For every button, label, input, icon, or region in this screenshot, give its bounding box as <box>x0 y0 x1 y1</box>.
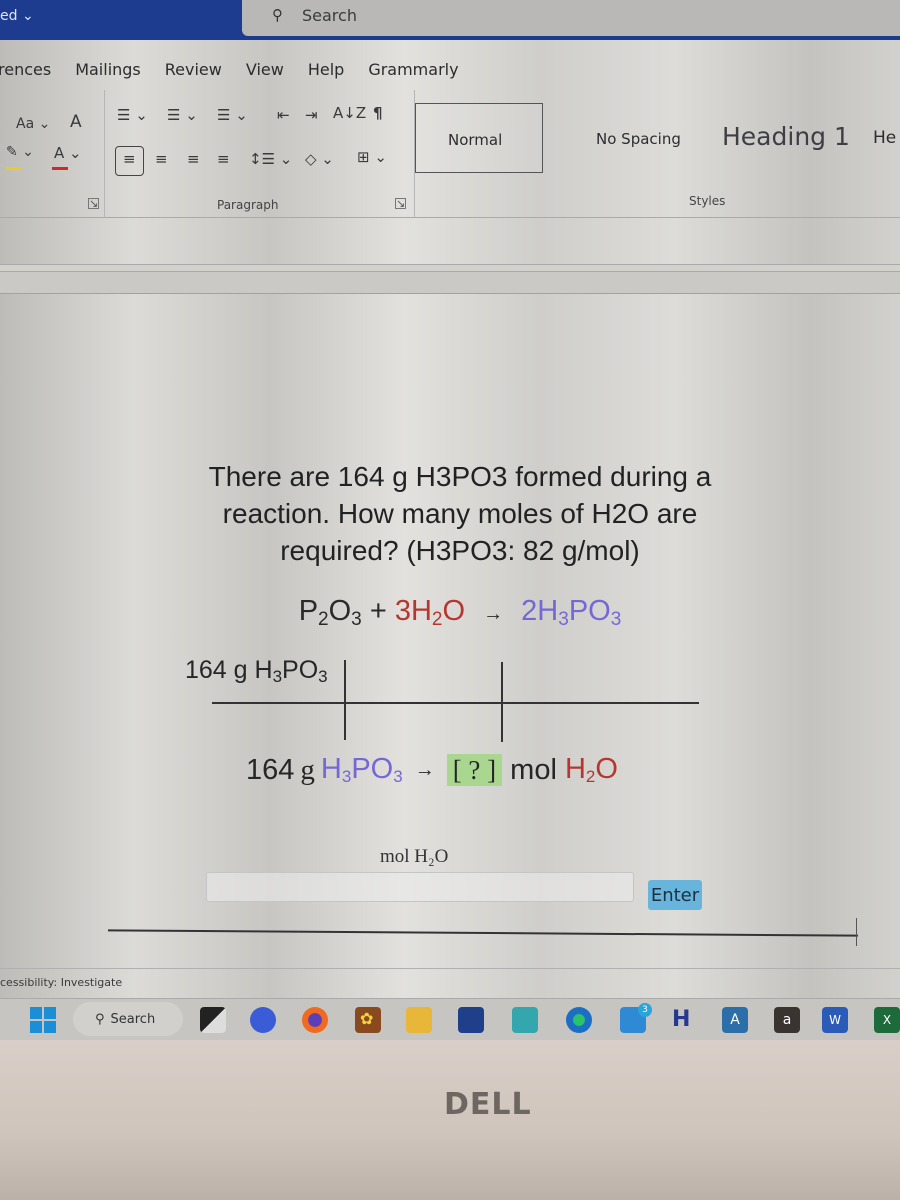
style-normal[interactable]: Normal <box>415 103 543 173</box>
microsoft-store-icon[interactable] <box>458 1007 484 1033</box>
title-bar: ed ⌄ ⚲ Search <box>0 0 900 40</box>
enter-button[interactable]: Enter <box>648 880 702 910</box>
water-reactant: 3H2O <box>394 595 466 630</box>
ruler <box>0 272 900 294</box>
factor-grid-divider-2 <box>501 662 503 742</box>
accessibility-status[interactable]: cessibility: Investigate <box>0 976 122 989</box>
question-line-1: There are 164 g H3PO3 formed during a <box>208 461 712 492</box>
styles-group-label: Styles <box>689 194 726 208</box>
task-view-icon[interactable] <box>200 1007 226 1033</box>
search-icon: ⚲ <box>272 6 283 24</box>
question-text: There are 164 g H3PO3 formed during a re… <box>140 458 780 569</box>
clear-formatting-icon[interactable]: A <box>70 112 82 132</box>
shading-icon[interactable]: ◇ ⌄ <box>305 150 334 168</box>
sort-icon[interactable]: A↓Z <box>333 104 366 122</box>
font-group: Aa ⌄ A ✎ ⌄ A ⌄ ↘ <box>0 90 105 218</box>
search-icon: ⚲ <box>95 1011 105 1027</box>
mail-badge: 3 <box>638 1003 652 1017</box>
conversion-line: 164 g H3PO3 → [ ? ] mol H2O <box>246 753 618 786</box>
align-center-icon[interactable]: ≡ <box>155 150 168 168</box>
highlight-color-swatch <box>6 167 22 170</box>
tab-grammarly[interactable]: Grammarly <box>368 60 458 79</box>
conversion-arrow-icon: → <box>414 758 435 781</box>
acid-species: H3PO3 <box>320 753 403 786</box>
font-dialog-launcher-icon[interactable]: ↘ <box>88 198 99 209</box>
tab-view[interactable]: View <box>246 60 284 79</box>
factor-label-start: 164 g H3PO3 <box>185 656 328 686</box>
increase-indent-icon[interactable]: ⇥ <box>305 106 318 124</box>
title-search-box[interactable]: ⚲ Search <box>242 0 900 36</box>
reaction-arrow-icon: → <box>483 603 504 625</box>
chemical-equation: P2O3 + 3H2O → 2H3PO3 <box>298 595 622 630</box>
unknown-value-box: [ ? ] <box>446 754 503 786</box>
decrease-indent-icon[interactable]: ⇤ <box>277 106 290 124</box>
content-bottom-rule-edge <box>856 918 857 946</box>
firefox-icon[interactable] <box>302 1007 328 1033</box>
question-line-2: reaction. How many moles of H2O are <box>222 498 698 529</box>
excel-icon[interactable]: X <box>874 1007 900 1033</box>
align-left-selected-frame <box>115 146 144 176</box>
answer-input[interactable] <box>206 872 634 902</box>
start-button-icon[interactable] <box>30 1007 56 1033</box>
dell-logo: DELL <box>444 1087 532 1122</box>
styles-group: Normal No Spacing Heading 1 He Styles <box>415 90 900 218</box>
justify-icon[interactable]: ≡ <box>217 150 230 168</box>
align-right-icon[interactable]: ≡ <box>187 150 200 168</box>
content-bottom-rule <box>108 929 858 937</box>
multilevel-list-icon[interactable]: ☰ ⌄ <box>217 106 248 124</box>
meet-icon[interactable] <box>250 1007 276 1033</box>
search-placeholder: Search <box>302 6 357 25</box>
paragraph-dialog-launcher-icon[interactable]: ↘ <box>395 198 406 209</box>
game-app-icon[interactable]: ✿ <box>355 1007 381 1033</box>
paragraph-group: ☰ ⌄ ☰ ⌄ ☰ ⌄ ⇤ ⇥ A↓Z ¶ ≡ ≡ ≡ ≡ ↕☰ ⌄ ◇ ⌄ ⊞… <box>105 90 415 218</box>
water-species: H2O <box>564 753 618 786</box>
plus-sign: + <box>369 595 387 627</box>
style-no-spacing[interactable]: No Spacing <box>596 130 681 148</box>
screen: ed ⌄ ⚲ Search rences Mailings Review Vie… <box>0 0 900 1040</box>
mail-icon[interactable]: 3 <box>620 1003 652 1033</box>
ruler-band <box>0 264 900 272</box>
ribbon: Aa ⌄ A ✎ ⌄ A ⌄ ↘ ☰ ⌄ ☰ ⌄ ☰ ⌄ ⇤ ⇥ A↓Z ¶ ≡… <box>0 90 900 218</box>
document-name[interactable]: ed ⌄ <box>0 8 34 24</box>
font-color-swatch <box>52 167 68 170</box>
change-case-button[interactable]: Aa ⌄ <box>16 116 50 132</box>
factor-grid-divider-1 <box>344 660 346 740</box>
amazon-icon[interactable]: a <box>774 1007 800 1033</box>
taskbar-search[interactable]: ⚲ Search <box>73 1002 183 1036</box>
show-formatting-marks-icon[interactable]: ¶ <box>373 104 383 122</box>
status-bar: cessibility: Investigate <box>0 968 900 996</box>
numbering-icon[interactable]: ☰ ⌄ <box>167 106 198 124</box>
tab-help[interactable]: Help <box>308 60 344 79</box>
teal-app-icon[interactable] <box>512 1007 538 1033</box>
borders-icon[interactable]: ⊞ ⌄ <box>357 148 387 166</box>
style-heading-2[interactable]: He <box>873 128 896 148</box>
ribbon-tabs: rences Mailings Review View Help Grammar… <box>0 48 900 90</box>
style-heading-1[interactable]: Heading 1 <box>722 122 850 151</box>
edge-icon[interactable] <box>566 1007 592 1033</box>
acid-product: 2H3PO3 <box>521 595 622 630</box>
paragraph-group-label: Paragraph <box>217 198 279 212</box>
factor-grid-horizontal-line <box>212 702 699 704</box>
font-color-button[interactable]: A ⌄ <box>54 144 82 162</box>
tab-mailings[interactable]: Mailings <box>75 60 141 79</box>
bullets-icon[interactable]: ☰ ⌄ <box>117 106 148 124</box>
tab-references[interactable]: rences <box>0 60 51 79</box>
a-app-icon[interactable]: A <box>722 1007 748 1033</box>
answer-unit-label: mol H₂O <box>380 846 449 867</box>
taskbar: ⚲ Search ✿ 3 H A a W X <box>0 998 900 1040</box>
file-explorer-icon[interactable] <box>406 1007 432 1033</box>
question-line-3: required? (H3PO3: 82 g/mol) <box>280 535 640 566</box>
h-app-icon[interactable]: H <box>672 1007 698 1033</box>
word-icon[interactable]: W <box>822 1007 848 1033</box>
highlight-icon[interactable]: ✎ ⌄ <box>6 144 34 160</box>
line-spacing-icon[interactable]: ↕☰ ⌄ <box>249 150 292 168</box>
tab-review[interactable]: Review <box>165 60 222 79</box>
